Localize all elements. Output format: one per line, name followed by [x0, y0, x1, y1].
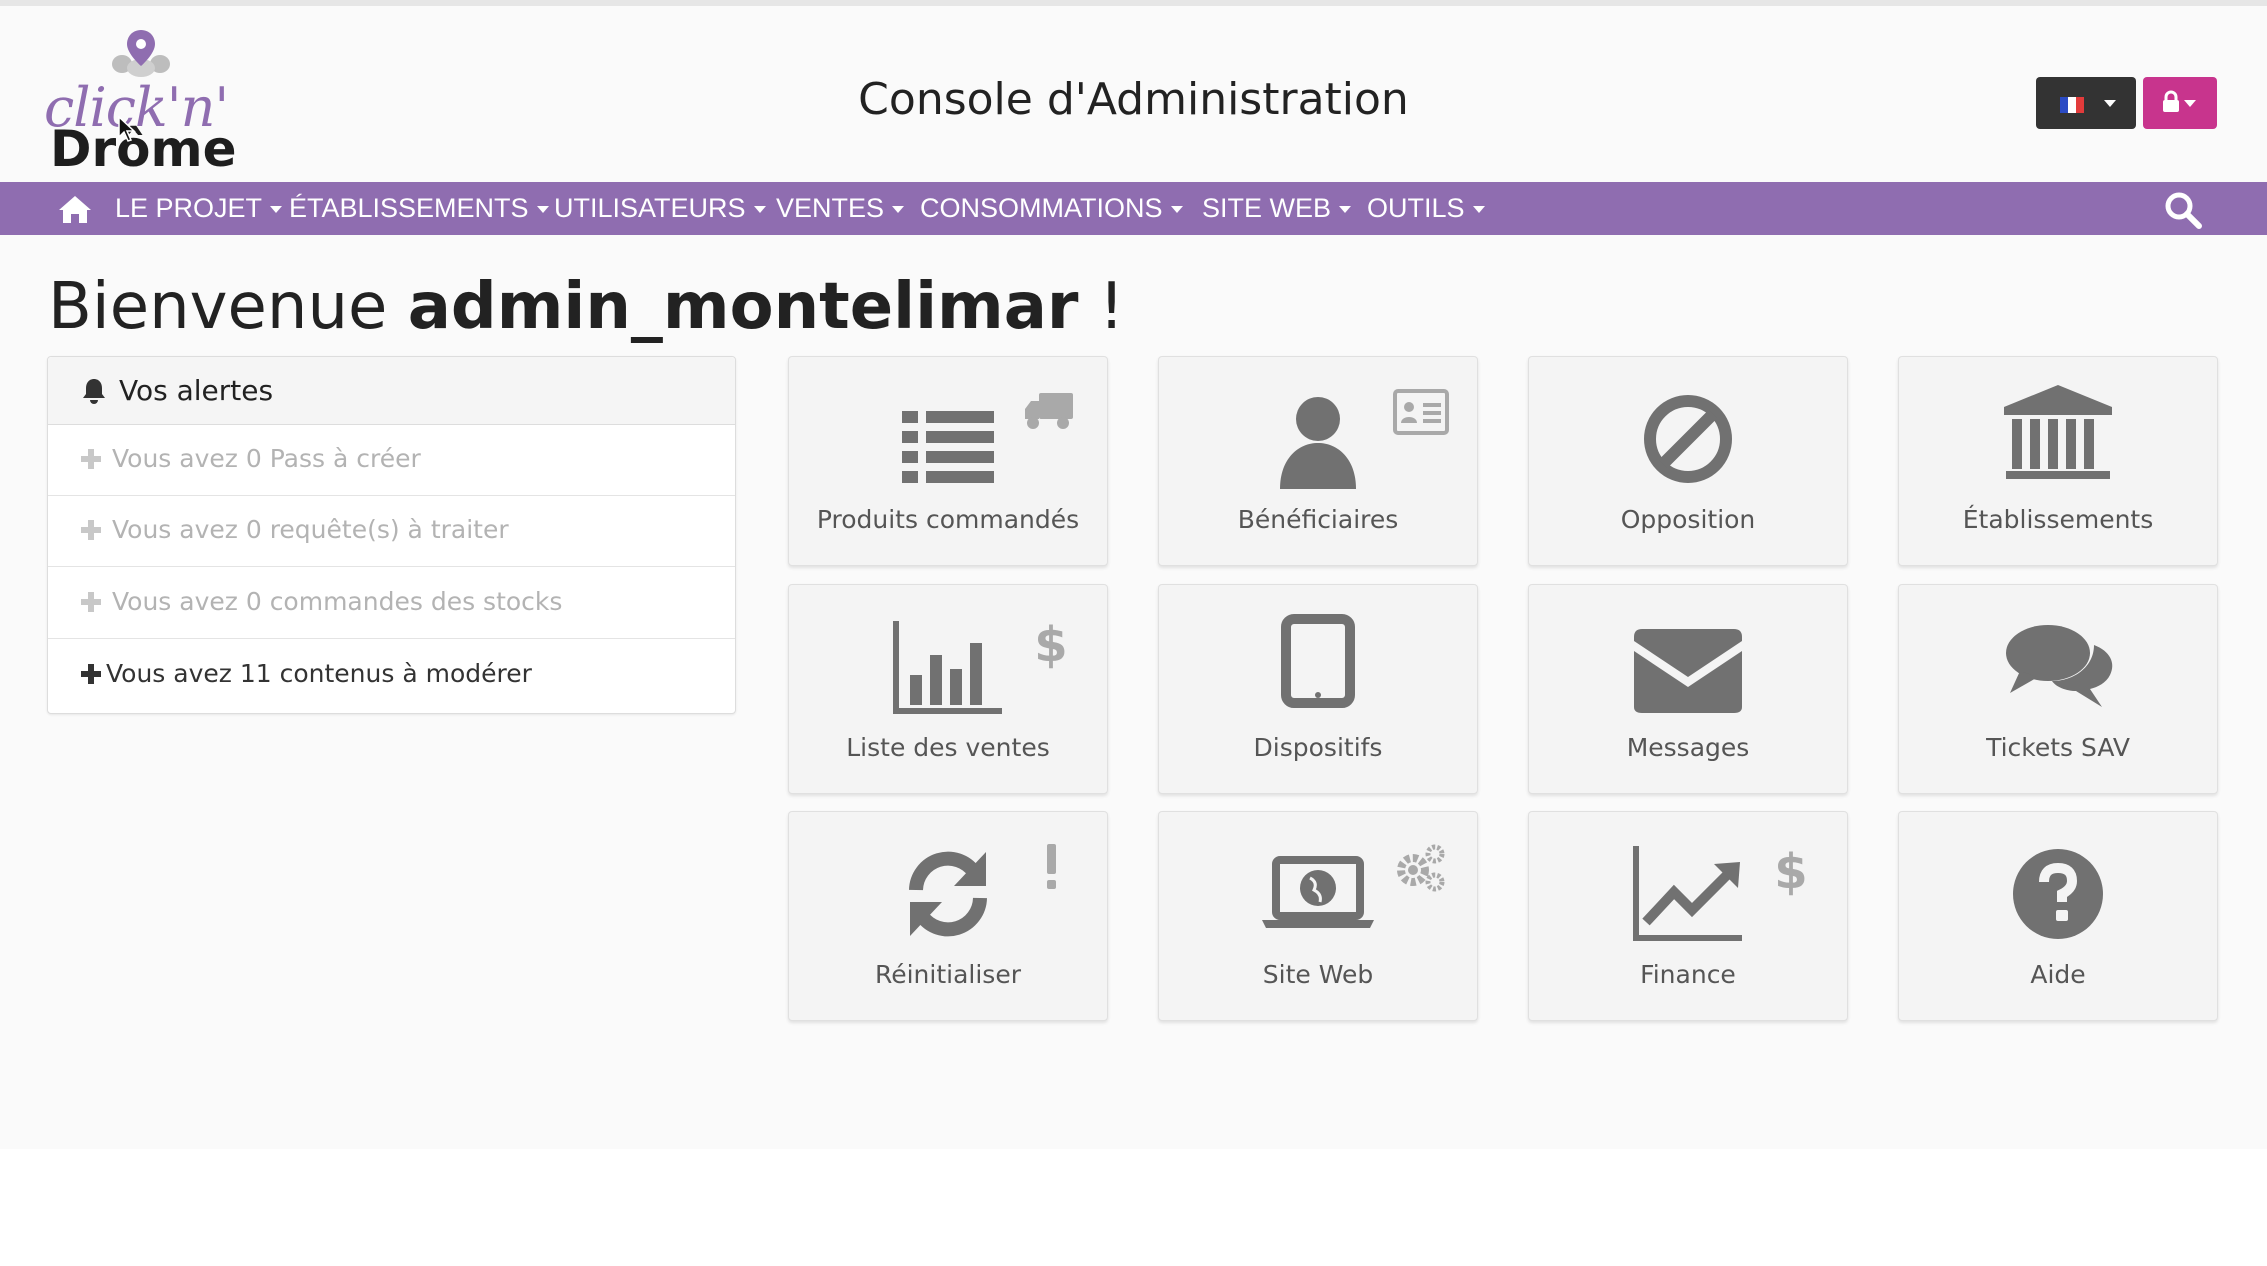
nav-le-projet[interactable]: LE PROJET: [115, 182, 283, 235]
france-flag-icon: [2060, 97, 2084, 113]
tile-finance[interactable]: $ Finance: [1528, 811, 1848, 1021]
svg-text:$: $: [1774, 844, 1807, 898]
search-icon[interactable]: [2163, 190, 2203, 230]
nav-consommations[interactable]: CONSOMMATIONS: [920, 182, 1183, 235]
tile-label: Site Web: [1262, 960, 1374, 989]
ban-icon: [1644, 395, 1732, 483]
chevron-down-icon: [1472, 206, 1485, 214]
truck-icon: [1025, 393, 1073, 429]
nav-outils[interactable]: OUTILS: [1367, 182, 1485, 235]
tile-aide[interactable]: Aide: [1898, 811, 2218, 1021]
alert-item: Vous avez 0 requête(s) à traiter: [48, 496, 735, 567]
account-lock-dropdown-button[interactable]: [2143, 77, 2217, 129]
list-icon: [902, 411, 994, 483]
dollar-icon: $: [1774, 844, 1807, 898]
tile-label: Réinitialiser: [874, 960, 1021, 989]
nav-etablissements[interactable]: ÉTABLISSEMENTS: [289, 182, 549, 235]
comments-icon: [2006, 625, 2113, 707]
tile-label: Opposition: [1620, 505, 1756, 534]
tile-etablissements[interactable]: Établissements: [1898, 356, 2218, 566]
plus-icon: [81, 520, 101, 540]
chevron-down-icon: [1339, 206, 1352, 214]
tile-dispositifs[interactable]: Dispositifs: [1158, 584, 1478, 794]
logo-bold-text: Drôme: [50, 120, 237, 178]
tile-beneficiaires[interactable]: Bénéficiaires: [1158, 356, 1478, 566]
question-circle-icon: [2013, 849, 2103, 939]
welcome-heading: Bienvenue admin_montelimar !: [48, 270, 1125, 344]
svg-text:$: $: [1034, 617, 1067, 671]
tile-label: Bénéficiaires: [1237, 505, 1399, 534]
plus-icon: [81, 592, 101, 612]
plus-icon: [81, 664, 101, 684]
tablet-icon: [1281, 614, 1355, 708]
tile-messages[interactable]: Messages: [1528, 584, 1848, 794]
main-navbar: LE PROJET ÉTABLISSEMENTS UTILISATEURS VE…: [0, 182, 2267, 235]
home-icon[interactable]: [58, 194, 92, 224]
header: click'n' Drôme Console d'Administration: [0, 6, 2267, 182]
plus-icon: [81, 449, 101, 469]
map-pin-logo-icon: [112, 30, 170, 77]
chevron-down-icon: [2104, 100, 2116, 107]
bank-icon: [2004, 385, 2112, 479]
chevron-down-icon: [270, 206, 283, 214]
alerts-panel: Vos alertes Vous avez 0 Pass à créer Vou…: [47, 356, 736, 714]
line-chart-icon: [1633, 846, 1742, 941]
chevron-down-icon: [536, 206, 549, 214]
tile-label: Tickets SAV: [1986, 733, 2130, 762]
tile-label: Messages: [1626, 733, 1750, 762]
tile-label: Finance: [1640, 960, 1736, 989]
app-title: Console d'Administration: [858, 74, 1409, 125]
tile-label: Établissements: [1962, 505, 2154, 534]
nav-site-web[interactable]: SITE WEB: [1202, 182, 1352, 235]
tile-tickets-sav[interactable]: Tickets SAV: [1898, 584, 2218, 794]
alert-item-link[interactable]: Vous avez 11 contenus à modérer: [48, 640, 735, 710]
tile-opposition[interactable]: Opposition: [1528, 356, 1848, 566]
tile-label: Aide: [2030, 960, 2086, 989]
tile-label: Liste des ventes: [846, 733, 1050, 762]
bar-chart-icon: [893, 621, 1002, 714]
refresh-icon: [909, 851, 987, 937]
chevron-down-icon: [892, 206, 905, 214]
tile-reinitialiser[interactable]: Réinitialiser: [788, 811, 1108, 1021]
chevron-down-icon: [1170, 206, 1183, 214]
laptop-globe-icon: [1262, 856, 1374, 928]
nav-utilisateurs[interactable]: UTILISATEURS: [554, 182, 766, 235]
bell-icon: [83, 379, 105, 404]
username: admin_montelimar: [407, 270, 1079, 344]
gears-icon: [1397, 844, 1445, 892]
lock-icon: [2163, 90, 2179, 112]
alert-item: Vous avez 0 Pass à créer: [48, 425, 735, 496]
chevron-down-icon: [2184, 100, 2196, 107]
user-icon: [1280, 397, 1356, 489]
tile-site-web[interactable]: Site Web: [1158, 811, 1478, 1021]
tile-label: Produits commandés: [816, 505, 1080, 534]
tile-produits-commandes[interactable]: Produits commandés: [788, 356, 1108, 566]
tile-label: Dispositifs: [1253, 733, 1383, 762]
dollar-icon: $: [1034, 617, 1067, 671]
chevron-down-icon: [753, 206, 766, 214]
envelope-icon: [1634, 629, 1742, 713]
tile-liste-des-ventes[interactable]: $ Liste des ventes: [788, 584, 1108, 794]
nav-ventes[interactable]: VENTES: [776, 182, 905, 235]
alerts-panel-header: Vos alertes: [48, 357, 735, 425]
alert-item: Vous avez 0 commandes des stocks: [48, 568, 735, 639]
alerts-title: Vos alertes: [119, 374, 274, 407]
language-dropdown-button[interactable]: [2036, 77, 2136, 129]
exclamation-icon: [1047, 844, 1056, 889]
id-card-icon: [1393, 389, 1449, 435]
